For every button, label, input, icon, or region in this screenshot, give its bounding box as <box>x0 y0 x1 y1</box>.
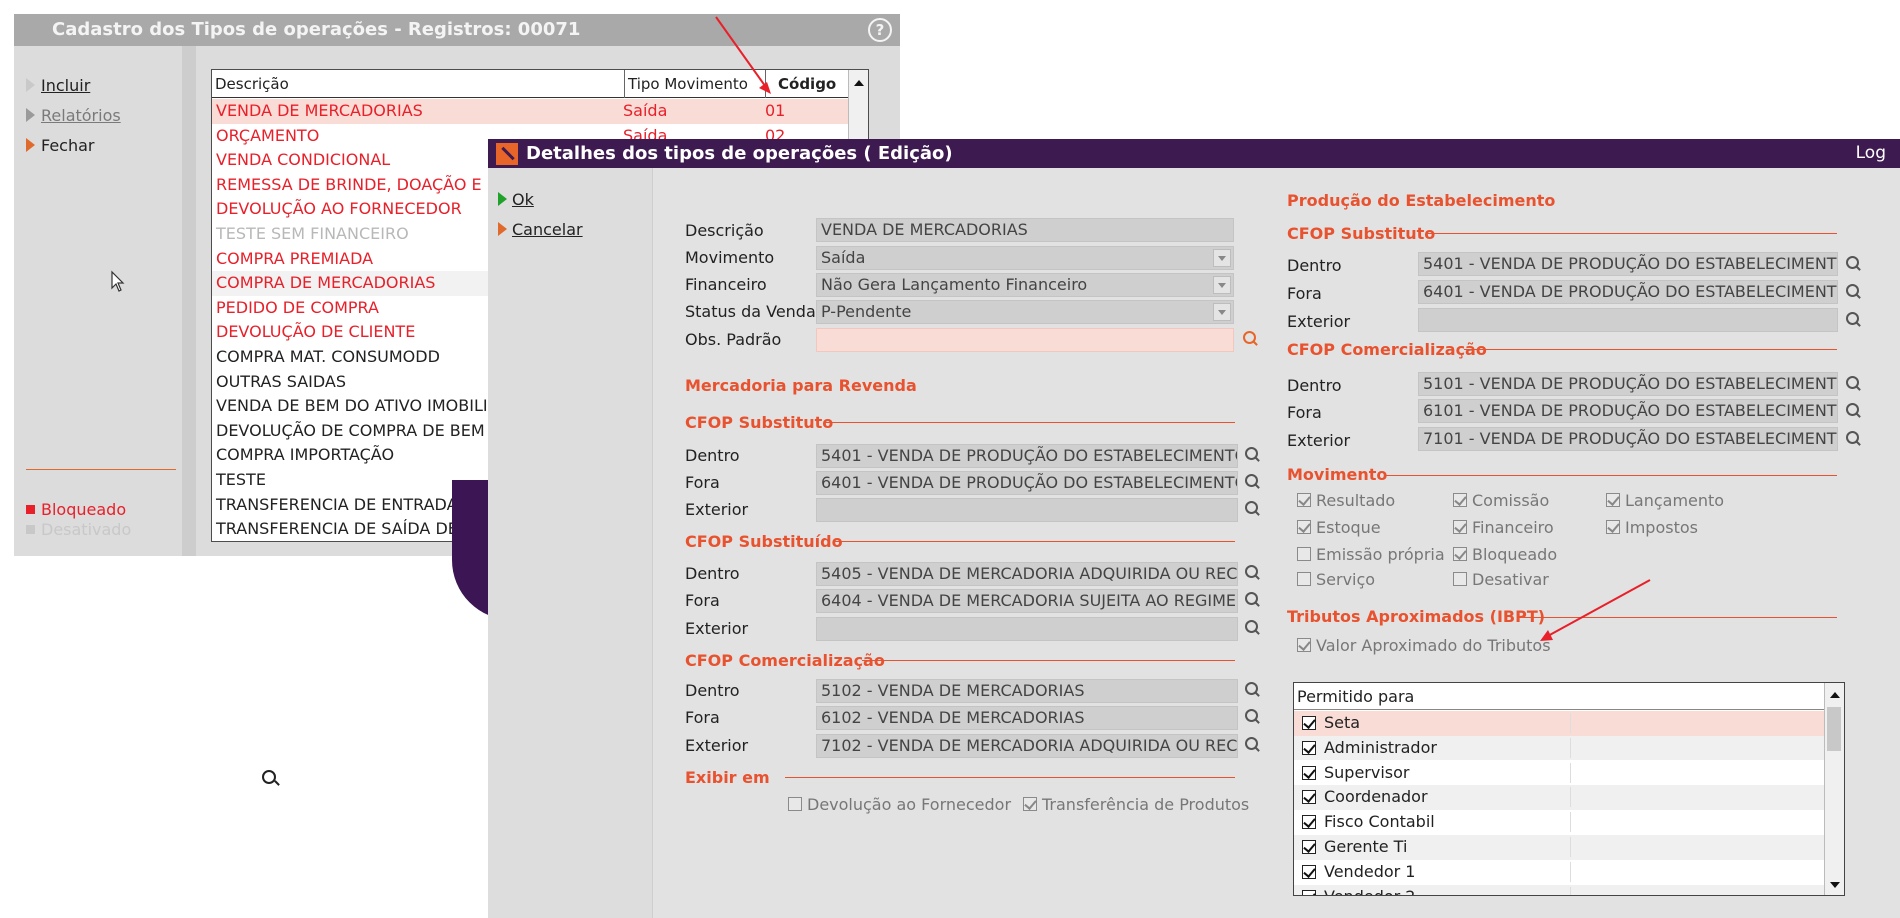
annotation-arrow-codigo <box>715 16 771 94</box>
annotation-arrows <box>715 16 1651 641</box>
annotation-arrow-tributos <box>1540 579 1651 641</box>
